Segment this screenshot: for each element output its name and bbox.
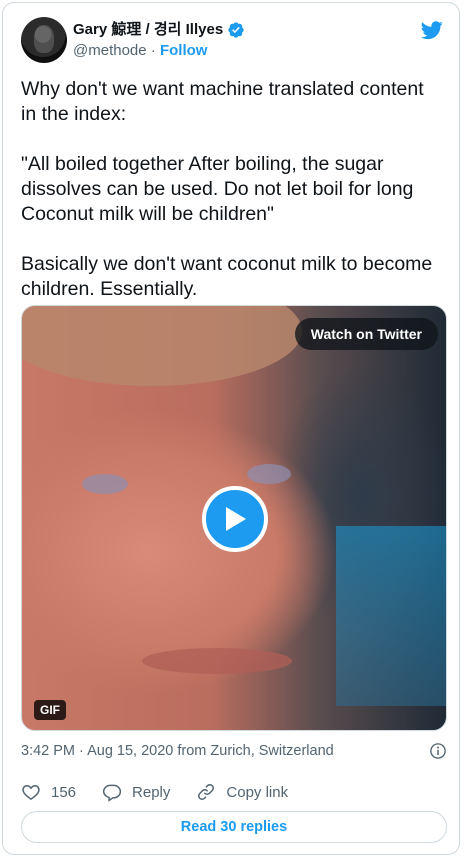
reply-label: Reply (132, 783, 171, 801)
media-image-eye (82, 474, 128, 494)
tweet-meta: 3:42 PM · Aug 15, 2020 from Zurich, Swit… (21, 740, 447, 762)
play-button[interactable] (202, 486, 268, 552)
media-image-hair (22, 306, 302, 386)
tweet-text: Why don't we want machine translated con… (21, 78, 433, 300)
like-action[interactable]: 156 (21, 782, 76, 802)
avatar[interactable] (21, 17, 67, 63)
verified-badge-icon (228, 22, 244, 38)
separator-dot: · (150, 42, 156, 59)
info-icon[interactable] (429, 742, 447, 760)
copy-link-action[interactable]: Copy link (196, 782, 288, 802)
heart-icon (22, 784, 40, 800)
author-name-row[interactable]: Gary 鯨理 / 경리 Illyes (73, 20, 245, 40)
reply-icon (102, 784, 122, 802)
copy-link-label: Copy link (226, 783, 289, 801)
twitter-bird-icon[interactable] (419, 19, 445, 41)
author-name[interactable]: Gary 鯨理 / 경리 Illyes (73, 20, 223, 40)
reply-action[interactable]: Reply (102, 782, 170, 802)
media-image-eye (247, 464, 291, 484)
tweet-card: Gary 鯨理 / 경리 Illyes @methode · Follow Wh… (2, 2, 460, 855)
like-count: 156 (51, 783, 77, 801)
timestamp-link[interactable]: 3:42 PM · Aug 15, 2020 from Zurich, Swit… (21, 743, 334, 759)
media-image-lips (142, 648, 292, 674)
tweet-header: Gary 鯨理 / 경리 Illyes @methode · Follow (21, 17, 445, 65)
gif-badge: GIF (34, 700, 66, 720)
author-handle[interactable]: @methode (73, 42, 147, 59)
play-icon (226, 507, 246, 531)
follow-link[interactable]: Follow (160, 42, 208, 59)
tweet-actions: 156 Reply Copy link (21, 781, 447, 803)
media-image-background (336, 526, 446, 706)
read-replies-button[interactable]: Read 30 replies (21, 811, 447, 843)
handle-row: @methode · Follow (73, 41, 207, 61)
watch-on-twitter-button[interactable]: Watch on Twitter (294, 318, 438, 350)
media-gif[interactable]: Watch on Twitter GIF (21, 305, 447, 731)
link-icon (198, 784, 215, 800)
